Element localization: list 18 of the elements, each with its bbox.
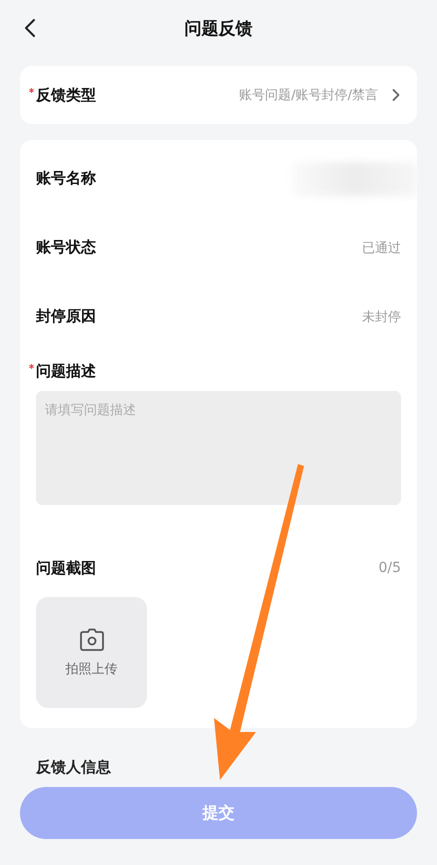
- field-label: 账号状态: [36, 238, 96, 257]
- description-field[interactable]: 请填写问题描述: [36, 391, 401, 505]
- field-label: 问题截图: [36, 558, 96, 578]
- field-value: 账号问题/账号封停/禁言: [239, 87, 378, 104]
- field-value: 已通过: [362, 240, 401, 256]
- image-count: 0/5: [378, 560, 401, 576]
- field-label: 反馈类型: [36, 86, 96, 104]
- page-title: 问题反馈: [184, 18, 252, 40]
- photo-upload-button[interactable]: 拍照上传: [36, 597, 147, 708]
- field-label: 封停原因: [36, 307, 96, 326]
- feedback-type-selector[interactable]: 反馈类型 账号问题/账号封停/禁言: [20, 66, 417, 124]
- section-title: 反馈人信息: [34, 758, 112, 777]
- back-icon[interactable]: [24, 18, 36, 38]
- field-value: 未封停: [362, 308, 401, 326]
- camera-icon: [78, 628, 104, 652]
- chevron-right-icon: [392, 88, 400, 102]
- field-label: 问题描述: [36, 362, 96, 380]
- field-label: 账号名称: [36, 169, 96, 188]
